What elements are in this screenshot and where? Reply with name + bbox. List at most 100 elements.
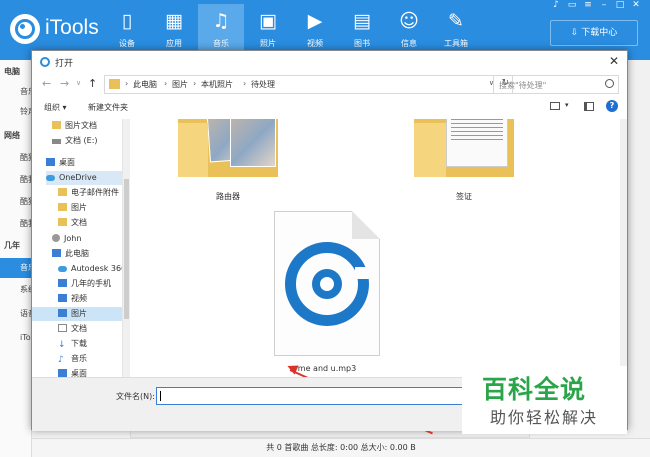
tree-item[interactable]: 图片 <box>58 201 87 215</box>
left-panel-item[interactable]: 铃声 <box>0 102 32 122</box>
help-icon[interactable]: ? <box>606 100 618 112</box>
view-options-icon[interactable] <box>550 102 560 110</box>
music-icon: ♫ <box>212 10 230 32</box>
cloud-icon <box>46 175 55 181</box>
search-input[interactable]: 搜索"待处理" <box>493 75 619 94</box>
tree-item-label: 几年的手机 <box>71 279 111 288</box>
music-icon: ♪ <box>58 355 64 365</box>
nav-tab-label: 应用 <box>166 39 182 48</box>
tree-item-onedrive[interactable]: OneDrive <box>46 171 122 185</box>
file-item-folder[interactable] <box>178 119 278 177</box>
desktop-icon <box>58 369 67 377</box>
up-arrow-icon[interactable]: ↑ <box>88 77 97 90</box>
tree-item[interactable]: 此电脑 <box>52 247 89 261</box>
tree-item[interactable]: 文档 <box>58 216 87 230</box>
folder-icon <box>58 218 67 226</box>
window-controls: ♪ ▭ ≡ – □ ✕ <box>548 0 644 14</box>
minimize-icon[interactable]: – <box>596 0 612 10</box>
tree-item[interactable]: John <box>52 232 81 246</box>
recent-dropdown-icon[interactable]: ∨ <box>76 79 81 87</box>
tree-item-label: 视频 <box>71 294 87 303</box>
left-panel-item[interactable]: 酷我 <box>0 214 32 234</box>
photo-thumbnail <box>230 119 276 167</box>
file-item-folder[interactable] <box>414 119 514 177</box>
tree-item[interactable]: 视频 <box>58 292 87 306</box>
navigation-pane: 图片文档 文档 (E:) 桌面 OneDrive 电子邮件附件 图片 文档 Jo… <box>32 119 122 377</box>
left-panel-item[interactable]: 音乐 <box>0 82 32 102</box>
tree-item[interactable]: 图片文档 <box>52 119 97 133</box>
tree-item[interactable]: 文档 <box>58 322 87 336</box>
nav-tab-label: 音乐 <box>213 39 229 48</box>
new-folder-button[interactable]: 新建文件夹 <box>88 102 128 113</box>
apps-icon: ▦ <box>165 10 183 32</box>
tree-item[interactable]: ↓ 下载 <box>58 337 87 351</box>
left-panel-item[interactable]: 语音 <box>0 304 32 324</box>
dialog-title-bar: 打开 ✕ <box>32 51 627 73</box>
nav-tab-label: 视频 <box>307 39 323 48</box>
filename-input[interactable] <box>156 387 486 405</box>
music-icon[interactable]: ♪ <box>548 0 564 10</box>
feedback-icon[interactable]: ▭ <box>564 0 580 10</box>
cloud-icon <box>58 266 67 272</box>
forward-arrow-icon[interactable]: → <box>60 77 69 90</box>
organize-button[interactable]: 组织 ▾ <box>44 102 67 113</box>
user-icon <box>52 234 60 242</box>
tree-item[interactable]: 桌面 <box>46 156 75 170</box>
left-panel-computer[interactable]: 电脑 <box>0 62 32 82</box>
text-caret <box>160 391 161 401</box>
breadcrumb-separator: › <box>164 79 168 88</box>
nav-tab-label: 图书 <box>354 39 370 48</box>
tree-item-label: 文档 <box>71 218 87 227</box>
text-line <box>451 139 503 140</box>
folder-front <box>414 123 446 177</box>
tree-item-label: John <box>64 234 82 243</box>
breadcrumb-item[interactable]: 图片 <box>172 79 188 90</box>
folder-icon <box>109 79 120 89</box>
left-panel: 电脑 音乐 铃声 网络 酷狗 酷我 酷狗 酷我 几年 音乐 系统 语音 iTo <box>0 60 32 457</box>
file-item-label: 路由器 <box>216 192 240 201</box>
tree-item-label: 下载 <box>71 339 87 348</box>
file-list: 路由器 签证 me and u.mp3 <box>130 119 627 377</box>
close-icon[interactable]: ✕ <box>628 0 644 10</box>
address-bar[interactable]: › 此电脑 › 图片 › 本机照片 › 待处理 ∨ ↻ <box>104 75 513 94</box>
tree-item[interactable]: Autodesk 360 <box>58 262 122 276</box>
preview-pane-icon[interactable] <box>584 102 594 111</box>
search-icon <box>605 79 614 88</box>
dialog-toolbar: 组织 ▾ 新建文件夹 ▾ ? <box>32 97 627 119</box>
left-panel-item[interactable]: 酷我 <box>0 170 32 190</box>
breadcrumb-item[interactable]: 本机照片 <box>201 79 233 90</box>
text-line <box>451 123 503 124</box>
view-dropdown-icon[interactable]: ▾ <box>565 101 569 109</box>
left-panel-item-music[interactable]: 音乐 <box>0 258 32 278</box>
download-center-label: 下载中心 <box>581 28 618 38</box>
dialog-close-icon[interactable]: ✕ <box>609 54 619 68</box>
maximize-icon[interactable]: □ <box>612 0 628 10</box>
tree-item[interactable]: 几年的手机 <box>58 277 111 291</box>
file-list-scrollbar[interactable] <box>620 119 627 377</box>
left-panel-device[interactable]: 几年 <box>0 236 32 256</box>
tree-item[interactable]: 文档 (E:) <box>52 134 98 148</box>
download-center-button[interactable]: ⇩ 下载中心 <box>550 20 638 46</box>
back-arrow-icon[interactable]: ← <box>42 77 51 90</box>
left-panel-item[interactable]: iTo <box>0 328 32 348</box>
tree-item-label: 文档 <box>71 324 87 333</box>
navigation-scrollbar[interactable] <box>122 119 130 377</box>
left-panel-item[interactable]: 酷狗 <box>0 148 32 168</box>
scrollbar-thumb[interactable] <box>124 179 129 319</box>
breadcrumb-item[interactable]: 此电脑 <box>133 79 157 90</box>
tree-item-pictures[interactable]: 图片 <box>32 307 122 321</box>
page-fold <box>352 211 380 239</box>
file-item-mp3[interactable] <box>274 211 380 356</box>
tree-item[interactable]: 电子邮件附件 <box>58 186 119 200</box>
tree-item[interactable]: ♪ 音乐 <box>58 352 87 366</box>
nav-tab-label: 照片 <box>260 39 276 48</box>
book-icon: ▤ <box>353 10 371 32</box>
search-placeholder: 搜索"待处理" <box>499 81 547 90</box>
left-panel-item[interactable]: 酷狗 <box>0 192 32 212</box>
left-panel-network[interactable]: 网络 <box>0 126 32 146</box>
tree-item[interactable]: 桌面 <box>58 367 87 377</box>
menu-icon[interactable]: ≡ <box>580 0 596 10</box>
breadcrumb-item-current[interactable]: 待处理 <box>251 79 275 90</box>
phone-icon: ▯ <box>121 10 133 32</box>
left-panel-item[interactable]: 系统 <box>0 280 32 300</box>
